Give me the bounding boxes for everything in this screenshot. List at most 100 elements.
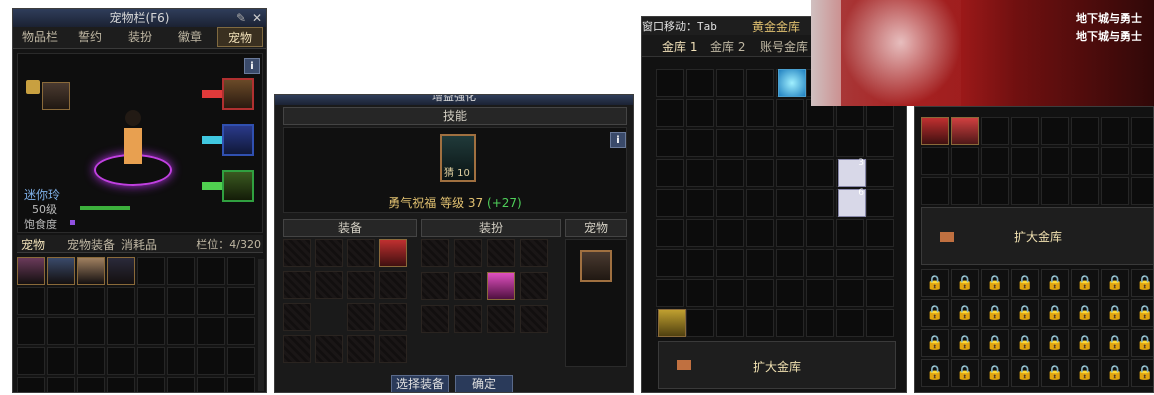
scrollbar[interactable] [258,259,264,391]
inventory-slot[interactable] [197,347,225,375]
vault-slot[interactable] [806,279,834,307]
locked-slot[interactable]: 🔒 [981,329,1009,357]
vault2-slot[interactable] [921,177,949,205]
avatar-slot[interactable] [487,305,515,333]
inventory-slot[interactable] [167,287,195,315]
locked-slot[interactable]: 🔒 [1131,359,1153,387]
vault-slot[interactable] [746,69,774,97]
vault2-slot[interactable] [1131,117,1153,145]
vault-slot[interactable] [656,99,684,127]
vault-slot[interactable] [836,279,864,307]
inventory-slot[interactable] [107,287,135,315]
avatar-slot[interactable] [454,305,482,333]
pet-slot[interactable] [17,257,45,285]
vault-slot[interactable] [716,249,744,277]
vault-item-card-2[interactable]: 6 [838,188,866,217]
equipment-slot[interactable] [379,271,407,299]
vault2-slot[interactable] [921,147,949,175]
locked-slot[interactable]: 🔒 [921,359,949,387]
vault-slot[interactable] [656,69,684,97]
inventory-slot[interactable] [197,257,225,285]
equipment-slot[interactable] [347,271,375,299]
locked-slot[interactable]: 🔒 [951,329,979,357]
expand-vault-2-button[interactable]: 扩大金库 [921,207,1153,265]
vault-slot[interactable] [746,129,774,157]
vault-slot[interactable] [716,99,744,127]
vault-slot[interactable] [686,99,714,127]
vault-slot[interactable] [746,219,774,247]
equipment-slot[interactable] [283,303,311,331]
locked-slot[interactable]: 🔒 [1131,269,1153,297]
vault-slot[interactable] [866,159,894,187]
pin-icon[interactable]: ✎ [236,9,246,27]
inventory-slot[interactable] [17,347,45,375]
inventory-slot[interactable] [47,287,75,315]
locked-slot[interactable]: 🔒 [1131,299,1153,327]
pet-skill-slot-1[interactable] [222,78,254,110]
inventory-slot[interactable] [107,317,135,345]
locked-slot[interactable]: 🔒 [1071,359,1099,387]
tab-pet-equipment[interactable]: 宠物装备 [67,236,115,253]
inventory-slot[interactable] [137,377,165,392]
enhance-pet-slot[interactable] [580,250,612,282]
inventory-slot[interactable] [227,257,255,285]
vault-slot[interactable] [866,129,894,157]
vault-slot[interactable] [776,249,804,277]
vault2-slot[interactable] [1041,177,1069,205]
locked-slot[interactable]: 🔒 [1041,329,1069,357]
vault-slot[interactable] [716,159,744,187]
equipment-slot[interactable] [283,271,311,299]
inventory-slot[interactable] [227,317,255,345]
equipment-slot[interactable] [379,303,407,331]
equipment-slot[interactable] [347,303,375,331]
vault-slot[interactable] [656,219,684,247]
inventory-slot[interactable] [77,317,105,345]
vault-slot[interactable] [776,159,804,187]
inventory-slot[interactable] [227,377,255,392]
equipment-slot[interactable] [379,335,407,363]
equipment-item-rose[interactable] [379,239,407,267]
pet-slot[interactable] [77,257,105,285]
vault-slot[interactable] [656,159,684,187]
vault-slot[interactable] [806,159,834,187]
vault2-slot[interactable] [1101,117,1129,145]
vault2-slot[interactable] [1131,147,1153,175]
inventory-slot[interactable] [137,257,165,285]
avatar-slot[interactable] [421,239,449,267]
vault2-slot[interactable] [1071,147,1099,175]
locked-slot[interactable]: 🔒 [1071,269,1099,297]
locked-slot[interactable]: 🔒 [1071,329,1099,357]
pet-slot[interactable] [47,257,75,285]
inventory-slot[interactable] [227,347,255,375]
vault2-slot[interactable] [951,147,979,175]
locked-slot[interactable]: 🔒 [1101,299,1129,327]
inventory-slot[interactable] [137,317,165,345]
lock-icon[interactable] [26,80,40,94]
tab-consumables[interactable]: 消耗品 [121,236,157,253]
vault-slot[interactable] [776,99,804,127]
tab-account-vault[interactable]: 账号金库 [760,38,808,55]
vault-slot[interactable] [686,129,714,157]
vault2-slot[interactable] [981,147,1009,175]
vault-slot[interactable] [746,249,774,277]
vault-slot[interactable] [716,219,744,247]
vault-slot[interactable] [776,219,804,247]
inventory-slot[interactable] [137,347,165,375]
vault-slot[interactable] [656,279,684,307]
vault-item-gold[interactable] [658,309,686,337]
enhance-window-titlebar[interactable]: 增益强化 [275,95,633,105]
vault-slot[interactable] [806,249,834,277]
tab-pet[interactable]: 宠物 [217,27,263,47]
locked-slot[interactable]: 🔒 [981,269,1009,297]
locked-slot[interactable]: 🔒 [951,269,979,297]
pet-skill-slot-2[interactable] [222,124,254,156]
vault-slot[interactable] [806,129,834,157]
vault-slot[interactable] [746,309,774,337]
vault-slot[interactable] [716,189,744,217]
avatar-slot[interactable] [520,305,548,333]
locked-slot[interactable]: 🔒 [921,269,949,297]
vault2-slot[interactable] [1041,147,1069,175]
vault2-slot[interactable] [1071,117,1099,145]
info-icon[interactable]: i [610,132,626,148]
equipment-slot[interactable] [347,239,375,267]
